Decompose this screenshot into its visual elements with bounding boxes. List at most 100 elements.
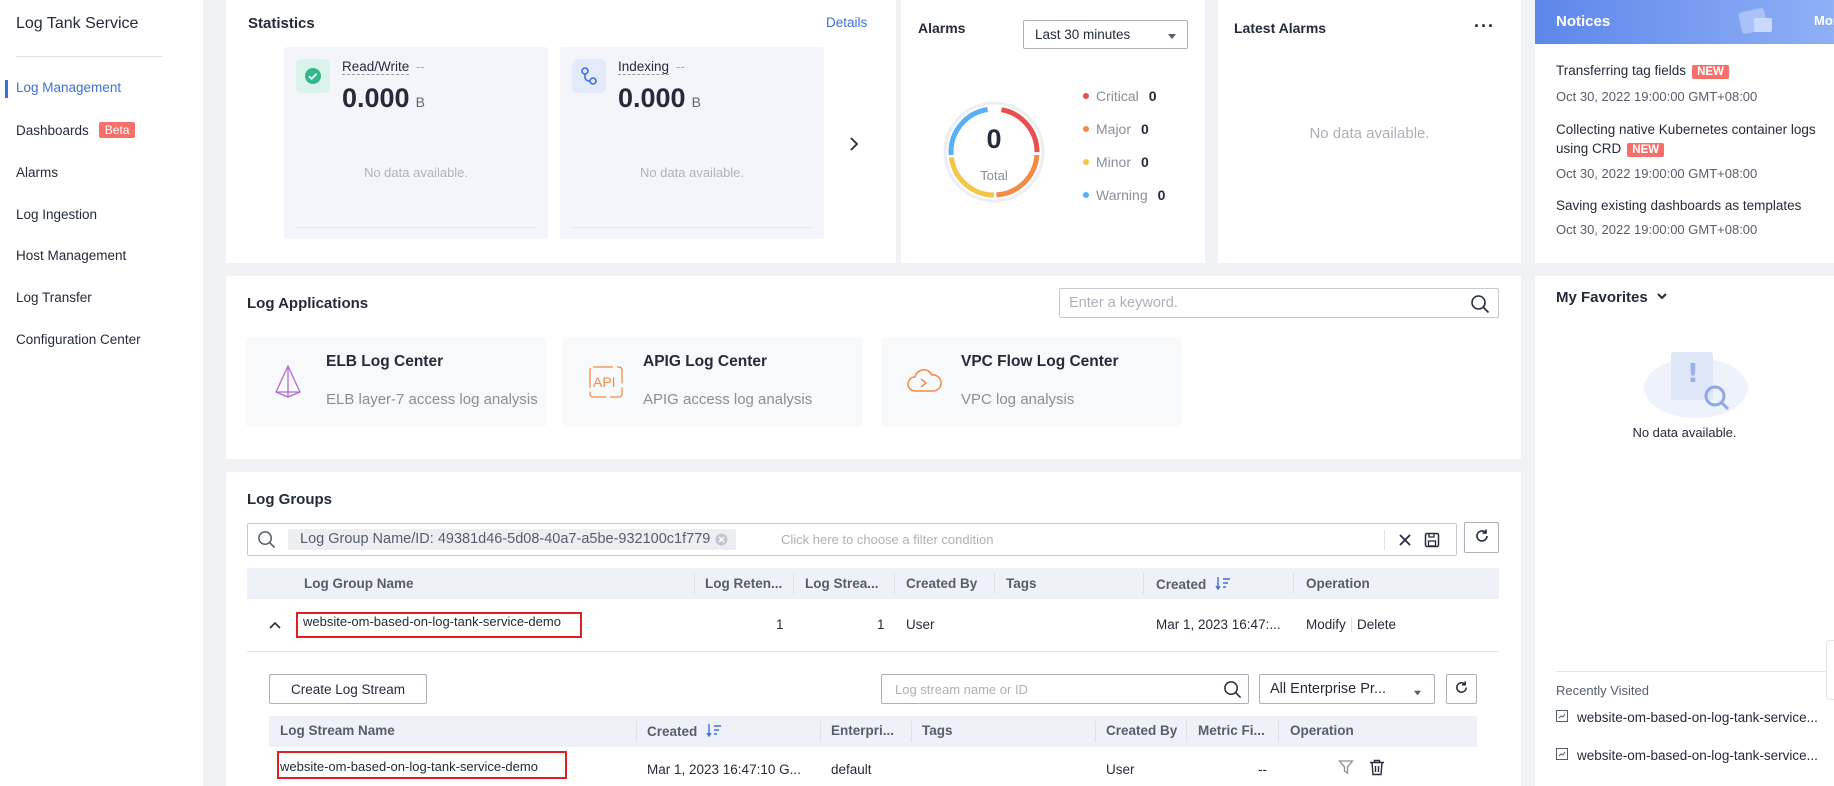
divider (1556, 671, 1834, 672)
legend-count: 0 (1157, 187, 1166, 203)
notice-illustration-icon (1732, 4, 1780, 40)
refresh-button[interactable] (1464, 522, 1499, 553)
sidebar-item-host-management[interactable]: Host Management (16, 248, 126, 263)
sort-stream-created-header[interactable]: Created (647, 723, 722, 740)
sidebar-item-configuration-center[interactable]: Configuration Center (16, 332, 141, 347)
save-icon[interactable] (1424, 532, 1440, 551)
empty-text: No data available. (639, 165, 745, 180)
stat-divider (296, 227, 536, 228)
log-groups-title: Log Groups (247, 491, 332, 508)
more-options-icon[interactable]: ··· (1474, 16, 1495, 37)
dot (1083, 192, 1089, 198)
sidebar-item-dashboards[interactable]: Dashboards Beta (16, 122, 136, 138)
alarms-title: Alarms (918, 20, 966, 36)
notice-item[interactable]: Transferring tag fields NEW (1556, 63, 1729, 79)
stat-label[interactable]: Read/Write (342, 59, 410, 75)
service-title: Log Tank Service (16, 15, 139, 32)
column-header: Log Reten... (705, 576, 783, 591)
side-drawer-handle[interactable] (1826, 640, 1834, 700)
app-card-elb[interactable]: ELB Log Center ELB layer-7 access log an… (246, 337, 546, 427)
details-link[interactable]: Details (826, 15, 867, 30)
dot (1083, 159, 1089, 165)
caret-down-icon (1167, 29, 1177, 44)
chevron-down-icon (1656, 289, 1668, 306)
notice-item[interactable]: Collecting native Kubernetes container l… (1556, 122, 1816, 137)
dot (1083, 93, 1089, 99)
filter-icon[interactable] (1338, 759, 1354, 778)
prism-icon (270, 363, 306, 399)
filter-chip[interactable]: Log Group Name/ID: 49381d46-5d08-40a7-a5… (288, 529, 737, 550)
legend-label: Critical (1096, 88, 1139, 104)
stat-unit: B (415, 94, 425, 110)
new-badge: NEW (1627, 143, 1665, 157)
column-separator (694, 573, 695, 594)
sidebar-item-log-transfer[interactable]: Log Transfer (16, 290, 92, 305)
app-card-vpc[interactable]: VPC Flow Log Center VPC log analysis (881, 337, 1181, 427)
link-separator (1351, 618, 1352, 632)
column-separator (820, 721, 821, 742)
refresh-icon (1454, 680, 1469, 698)
log-group-filter-bar[interactable]: Log Group Name/ID: 49381d46-5d08-40a7-a5… (247, 523, 1457, 556)
notices-more-link[interactable]: Mor (1814, 13, 1834, 28)
column-header: Tags (922, 723, 953, 738)
column-header: Created By (906, 576, 978, 591)
stat-trend: -- (676, 59, 685, 74)
trash-icon[interactable] (1369, 759, 1385, 779)
svg-text:!: ! (1687, 359, 1699, 389)
chevron-right-icon[interactable] (842, 132, 866, 156)
sidebar-item-log-ingestion[interactable]: Log Ingestion (16, 207, 97, 222)
chart-doc-icon (1556, 748, 1568, 763)
recent-item-label: website-om-based-on-log-tank-service... (1577, 710, 1818, 725)
column-separator (636, 721, 637, 742)
column-header: Created (647, 724, 698, 739)
refresh-icon (1474, 528, 1490, 547)
notice-time: Oct 30, 2022 19:00:00 GMT+08:00 (1556, 89, 1758, 104)
legend-label: Minor (1096, 154, 1132, 170)
search-icon[interactable] (1470, 294, 1490, 317)
alarm-range-select[interactable]: Last 30 minutes (1023, 20, 1188, 49)
check-circle-icon (296, 59, 330, 93)
log-stream-count: 1 (877, 617, 885, 632)
column-header: Log Strea... (805, 576, 879, 591)
metric-filter-value[interactable]: -- (1258, 762, 1267, 777)
column-separator (793, 573, 794, 594)
favorites-dropdown[interactable]: My Favorites (1556, 289, 1668, 306)
legend-count: 0 (1141, 154, 1149, 170)
column-header: Enterpri... (831, 723, 895, 738)
recent-item[interactable]: website-om-based-on-log-tank-service... (1556, 710, 1818, 725)
delete-link[interactable]: Delete (1357, 617, 1396, 632)
legend-critical: Critical 0 (1083, 88, 1157, 104)
created-by-value: User (906, 617, 935, 632)
refresh-streams-button[interactable] (1446, 674, 1477, 704)
modify-link[interactable]: Modify (1306, 617, 1346, 632)
notice-item-line2[interactable]: using CRD NEW (1556, 141, 1665, 157)
clear-icon[interactable] (1398, 533, 1412, 550)
log-stream-search-input[interactable]: Log stream name or ID (881, 674, 1249, 704)
empty-document-icon: ! (1641, 340, 1751, 420)
stat-label[interactable]: Indexing (618, 59, 670, 75)
stream-created-by-value: User (1106, 762, 1135, 777)
empty-text: No data available. (1632, 425, 1737, 440)
collapse-icon[interactable] (268, 618, 282, 635)
stat-number: 0.000 (342, 83, 410, 113)
sort-created-header[interactable]: Created (1156, 576, 1231, 593)
stat-value: 0.000 B (342, 83, 425, 114)
enterprise-project-select[interactable]: All Enterprise Pr... (1259, 674, 1435, 704)
app-title: APIG Log Center (643, 353, 768, 370)
legend-warning: Warning 0 (1083, 187, 1165, 203)
notice-item[interactable]: Saving existing dashboards as templates (1556, 198, 1801, 213)
sidebar-item-alarms[interactable]: Alarms (16, 165, 58, 180)
stat-value: 0.000 B (618, 83, 701, 114)
create-log-stream-button[interactable]: Create Log Stream (269, 674, 427, 704)
app-card-apig[interactable]: API APIG Log Center APIG access log anal… (563, 337, 863, 427)
sidebar-item-log-management[interactable]: Log Management (16, 80, 121, 95)
search-icon[interactable] (1223, 680, 1242, 702)
chip-close-icon[interactable] (715, 533, 728, 550)
app-title: ELB Log Center (326, 353, 444, 370)
log-applications-title: Log Applications (247, 295, 369, 312)
notices-title: Notices (1556, 13, 1611, 30)
column-separator (911, 721, 912, 742)
caret-down-icon (1413, 685, 1422, 700)
recent-item[interactable]: website-om-based-on-log-tank-service... (1556, 748, 1818, 763)
app-search-input[interactable]: Enter a keyword. (1059, 288, 1499, 318)
